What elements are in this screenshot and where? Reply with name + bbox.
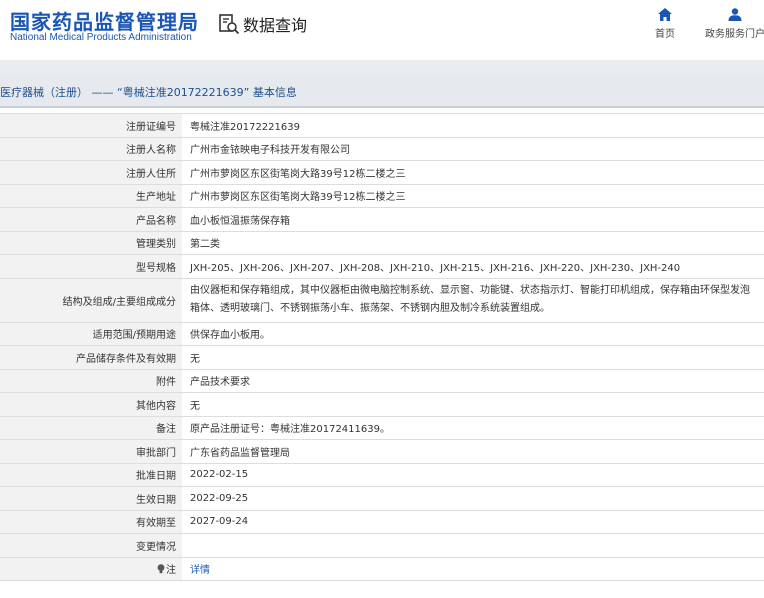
row-value xyxy=(182,533,764,557)
table-row: 适用范围/预期用途 供保存血小板用。 xyxy=(0,321,764,346)
row-value: 广州市萝岗区东区街笔岗大路39号12栋二楼之三 xyxy=(182,183,764,208)
row-label: 批准日期 xyxy=(0,462,182,487)
table-row: 产品名称 血小板恒温振荡保存箱 xyxy=(0,207,764,231)
row-value: 由仪器柜和保存箱组成，其中仪器柜由微电脑控制系统、显示窗、功能键、状态指示灯、智… xyxy=(182,277,764,322)
row-value: 第二类 xyxy=(182,230,764,255)
row-value: 广州市萝岗区东区街笔岗大路39号12栋二楼之三 xyxy=(182,160,764,184)
row-label: 注册人住所 xyxy=(0,160,182,184)
table-row: 批准日期 2022-02-15 xyxy=(0,462,764,487)
user-icon xyxy=(728,8,742,21)
row-value: 广东省药品监督管理局 xyxy=(182,439,764,463)
row-label: 管理类别 xyxy=(0,230,182,255)
row-value: 产品技术要求 xyxy=(182,368,764,393)
row-value: 供保存血小板用。 xyxy=(182,321,764,346)
table-row: 有效期至 2027-09-24 xyxy=(0,509,764,534)
row-label: 变更情况 xyxy=(0,533,182,557)
row-value: 原产品注册证号：粤械注准20172411639。 xyxy=(182,415,764,440)
row-value: 无 xyxy=(182,392,764,416)
table-row: 其他内容 无 xyxy=(0,392,764,416)
row-label: 其他内容 xyxy=(0,392,182,416)
table-row: 生产地址 广州市萝岗区东区街笔岗大路39号12栋二楼之三 xyxy=(0,183,764,208)
table-row: 备注 原产品注册证号：粤械注准20172411639。 xyxy=(0,415,764,440)
row-label: 型号规格 xyxy=(0,254,182,278)
top-divider-bar xyxy=(0,60,764,76)
home-icon xyxy=(658,8,672,21)
lightbulb-icon xyxy=(157,564,165,574)
breadcrumb: 医疗器械（注册） —— “粤械注准20172221639” 基本信息 xyxy=(0,86,297,99)
row-label: 备注 xyxy=(0,415,182,440)
row-value: 粤械注准20172221639 xyxy=(182,113,764,137)
row-value: 无 xyxy=(182,345,764,369)
site-header: 国家药品监督管理局 National Medical Products Admi… xyxy=(0,0,764,60)
note-label-cell: 注 xyxy=(0,556,182,581)
table-row: 注册人住所 广州市萝岗区东区街笔岗大路39号12栋二楼之三 xyxy=(0,160,764,184)
site-logo-title[interactable]: 国家药品监督管理局 xyxy=(10,6,199,35)
row-label: 审批部门 xyxy=(0,439,182,463)
note-value-cell: 详情 xyxy=(182,556,764,581)
nav-portal[interactable]: 政务服务门户 xyxy=(702,8,764,40)
table-row: 附件 产品技术要求 xyxy=(0,368,764,393)
document-search-icon xyxy=(219,14,240,35)
nav-home-label: 首页 xyxy=(655,29,675,40)
details-link[interactable]: 详情 xyxy=(190,565,210,576)
row-label: 适用范围/预期用途 xyxy=(0,321,182,346)
table-row: 注 详情 xyxy=(0,556,764,581)
table-row: 注册人名称 广州市金铱映电子科技开发有限公司 xyxy=(0,136,764,161)
nav-portal-label: 政务服务门户 xyxy=(705,29,764,40)
row-label: 产品储存条件及有效期 xyxy=(0,345,182,369)
table-row: 审批部门 广东省药品监督管理局 xyxy=(0,439,764,463)
nav-home[interactable]: 首页 xyxy=(652,8,678,40)
row-label: 生效日期 xyxy=(0,486,182,510)
row-value: 2022-02-15 xyxy=(182,462,764,487)
row-value: JXH-205、JXH-206、JXH-207、JXH-208、JXH-210、… xyxy=(182,254,764,278)
table-row: 产品储存条件及有效期 无 xyxy=(0,345,764,369)
row-label: 生产地址 xyxy=(0,183,182,208)
row-value: 2022-09-25 xyxy=(182,486,764,510)
row-label: 有效期至 xyxy=(0,509,182,534)
row-value: 2027-09-24 xyxy=(182,509,764,534)
row-value: 血小板恒温振荡保存箱 xyxy=(182,207,764,231)
table-row: 结构及组成/主要组成成分 由仪器柜和保存箱组成，其中仪器柜由微电脑控制系统、显示… xyxy=(0,277,764,322)
row-value: 广州市金铱映电子科技开发有限公司 xyxy=(182,136,764,161)
row-label: 注册人名称 xyxy=(0,136,182,161)
table-row: 管理类别 第二类 xyxy=(0,230,764,255)
site-logo-subtitle: National Medical Products Administration xyxy=(10,32,192,43)
row-label: 产品名称 xyxy=(0,207,182,231)
row-label: 注 xyxy=(166,565,176,577)
row-label: 结构及组成/主要组成成分 xyxy=(0,277,182,322)
data-query-link[interactable]: 数据查询 xyxy=(218,12,307,36)
row-label: 附件 xyxy=(0,368,182,393)
table-row: 注册证编号 粤械注准20172221639 xyxy=(0,113,764,137)
data-query-label: 数据查询 xyxy=(243,16,308,35)
row-label: 注册证编号 xyxy=(0,113,182,137)
breadcrumb-bar: 医疗器械（注册） —— “粤械注准20172221639” 基本信息 xyxy=(0,76,764,108)
registration-info-table: 注册证编号 粤械注准20172221639 注册人名称 广州市金铱映电子科技开发… xyxy=(0,113,764,581)
table-row: 型号规格 JXH-205、JXH-206、JXH-207、JXH-208、JXH… xyxy=(0,254,764,278)
table-row: 生效日期 2022-09-25 xyxy=(0,486,764,510)
table-row: 变更情况 xyxy=(0,533,764,557)
